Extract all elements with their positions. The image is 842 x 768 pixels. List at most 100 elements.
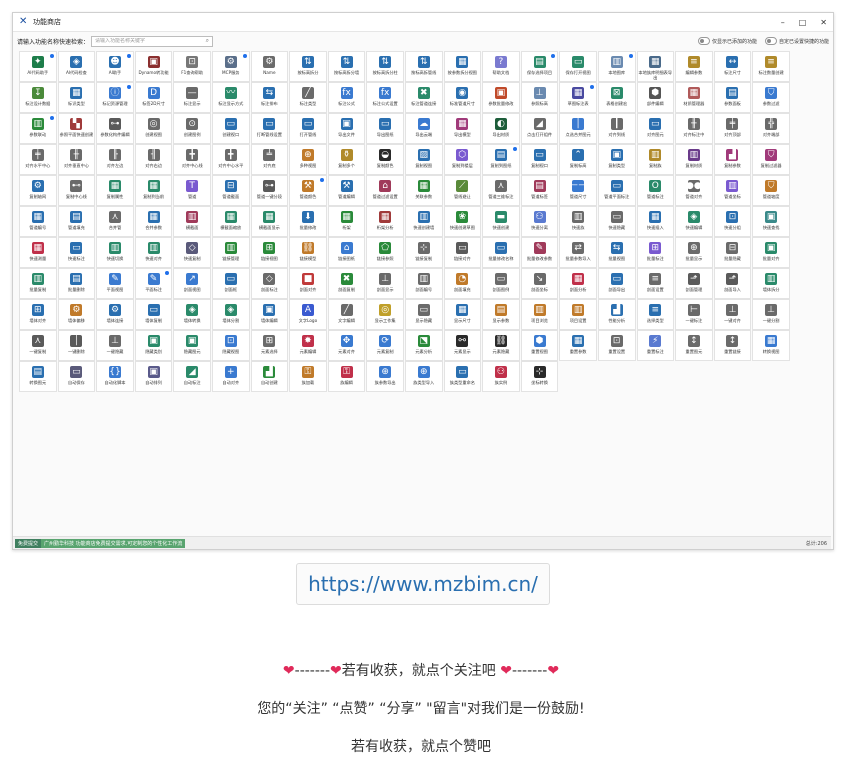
- feature-tile[interactable]: ◔ 剖面填充: [443, 268, 482, 299]
- feature-tile[interactable]: ⇅ 按标高拆分墙: [327, 51, 366, 82]
- feature-tile[interactable]: ▦ 快速测量: [19, 237, 57, 268]
- feature-tile[interactable]: ▣ 隐藏图元: [173, 330, 211, 361]
- feature-tile[interactable]: ⬡ 复制到楼层: [443, 144, 482, 175]
- feature-tile[interactable]: ⊹ 坐标转换: [520, 361, 559, 392]
- feature-tile[interactable]: ▭ 打断管线设置: [250, 113, 289, 144]
- feature-tile[interactable]: T 管道: [173, 175, 211, 206]
- feature-tile[interactable]: O 管道标注: [636, 175, 675, 206]
- feature-tile[interactable]: ⇅ 按标高拆管线: [404, 51, 443, 82]
- feature-tile[interactable]: ▦ 标识类型: [57, 82, 96, 113]
- feature-tile[interactable]: ⇅ 按标高拆分: [289, 51, 327, 82]
- feature-tile[interactable]: ╪ 对齐水平中心: [19, 144, 57, 175]
- feature-tile[interactable]: ≡ 编辑参数: [675, 51, 713, 82]
- feature-tile[interactable]: ⌂ 管道过滤设置: [366, 175, 404, 206]
- feature-tile[interactable]: ⬇ 批量修改: [289, 206, 327, 237]
- feature-tile[interactable]: ⊕ 族类型导入: [404, 361, 443, 392]
- feature-tile[interactable]: ▭ 打开管线: [289, 113, 327, 144]
- feature-tile[interactable]: ▣ 墙体编辑: [250, 299, 289, 330]
- feature-tile[interactable]: ▣ 批量对齐: [752, 237, 790, 268]
- feature-tile[interactable]: ┃ 对齐到线: [597, 113, 636, 144]
- feature-tile[interactable]: ≡ 选择类型: [636, 299, 675, 330]
- feature-tile[interactable]: ▣ 复制类型: [597, 144, 636, 175]
- feature-tile[interactable]: ✎ 平面标注: [134, 268, 173, 299]
- feature-tile[interactable]: ⚿ 族加载: [289, 361, 327, 392]
- feature-tile[interactable]: ⛓ 链接模型: [289, 237, 327, 268]
- feature-tile[interactable]: ●● 管道对齐: [675, 175, 713, 206]
- feature-tile[interactable]: ⊥ 一键对齐: [713, 299, 752, 330]
- feature-tile[interactable]: ⟋ 管线避让: [443, 175, 482, 206]
- feature-tile[interactable]: ⊞ 链接视图: [250, 237, 289, 268]
- feature-tile[interactable]: ╫ 对齐标注中: [675, 113, 713, 144]
- feature-tile[interactable]: ⊞ 批量标注: [636, 237, 675, 268]
- feature-tile[interactable]: ⛉ 复制过滤器: [752, 144, 790, 175]
- feature-tile[interactable]: ◢ 自动标注: [173, 361, 211, 392]
- feature-tile[interactable]: ⚱ 复制多个: [327, 144, 366, 175]
- feature-tile[interactable]: ✸ 元素编辑: [289, 330, 327, 361]
- feature-tile[interactable]: ▥ 横截面: [173, 206, 211, 237]
- feature-tile[interactable]: ↕ 重置链接: [713, 330, 752, 361]
- feature-tile[interactable]: ◢ 点击打开组件: [520, 113, 559, 144]
- feature-tile[interactable]: ▣ 参数批量修改: [482, 82, 520, 113]
- feature-tile[interactable]: ╧ 对齐底: [250, 144, 289, 175]
- feature-tile[interactable]: ▦ 桁架: [327, 206, 366, 237]
- feature-tile[interactable]: ⛉ 参数过滤: [752, 82, 790, 113]
- feature-tile[interactable]: ⚡ 重置标注: [636, 330, 675, 361]
- feature-tile[interactable]: ▭ 显示隐藏: [404, 299, 443, 330]
- feature-tile[interactable]: ▥ 快速切换: [96, 237, 134, 268]
- toggle-added-only[interactable]: 仅显示已添加的功能: [697, 37, 757, 45]
- feature-tile[interactable]: ▭ 链接对齐: [443, 237, 482, 268]
- toggle-switch-added[interactable]: [697, 37, 710, 45]
- feature-tile[interactable]: ▭ 自动保存: [57, 361, 96, 392]
- feature-tile[interactable]: ▦ 按参数拆分视图: [443, 51, 482, 82]
- feature-tile[interactable]: ✖ 剖面复制: [327, 268, 366, 299]
- website-url[interactable]: https://www.mzbim.cn/: [296, 563, 550, 605]
- feature-tile[interactable]: ⊶ 参数化构件编辑: [96, 113, 134, 144]
- feature-tile[interactable]: — 标注显示: [173, 82, 211, 113]
- feature-tile[interactable]: ▣ 导出文件: [327, 113, 366, 144]
- feature-tile[interactable]: ▤ 显示参数: [482, 299, 520, 330]
- feature-tile[interactable]: ▭ 对齐图元: [636, 113, 675, 144]
- feature-tile[interactable]: ▟ 自动创建: [250, 361, 289, 392]
- feature-tile[interactable]: ▥ 剖面编号: [404, 268, 443, 299]
- feature-tile[interactable]: 〰标注显示方式: [211, 82, 250, 113]
- feature-tile[interactable]: ⚯ 元素显示: [443, 330, 482, 361]
- feature-tile[interactable]: ╪ 对齐顶部: [713, 113, 752, 144]
- search-icon[interactable]: ⌕: [206, 37, 209, 45]
- feature-tile[interactable]: ⊡ 快速分组: [713, 206, 752, 237]
- feature-tile[interactable]: ◈ 墙体转换: [173, 299, 211, 330]
- feature-tile[interactable]: ◈ AI代码检查: [57, 51, 96, 82]
- feature-tile[interactable]: ◎ 创建视图: [134, 113, 173, 144]
- feature-tile[interactable]: ⬢ 部件编辑: [636, 82, 675, 113]
- feature-tile[interactable]: ╱ 标注类型: [289, 82, 327, 113]
- feature-tile[interactable]: ⋏ 一键复制: [19, 330, 57, 361]
- feature-tile[interactable]: ▥ 项目浏览: [520, 299, 559, 330]
- feature-tile[interactable]: ▥ 管道坐标: [713, 175, 752, 206]
- feature-tile[interactable]: ◇ 快速复制: [173, 237, 211, 268]
- feature-tile[interactable]: ▦ 管道编号: [19, 206, 57, 237]
- feature-tile[interactable]: ▭ 快速标注: [57, 237, 96, 268]
- feature-tile[interactable]: ▤ 保存选择项目: [520, 51, 559, 82]
- feature-tile[interactable]: ⊡ 隐藏视图: [211, 330, 250, 361]
- feature-tile[interactable]: ╢ 对齐右边: [134, 144, 173, 175]
- feature-tile[interactable]: ╱ 文字编辑: [327, 299, 366, 330]
- feature-tile[interactable]: ⊟ 管道截面: [211, 175, 250, 206]
- feature-tile[interactable]: ▥ 墙体拆分: [752, 268, 790, 299]
- feature-tile[interactable]: ⊶ 管道一键分段: [250, 175, 289, 206]
- feature-tile[interactable]: {} 自动化脚本: [96, 361, 134, 392]
- feature-tile[interactable]: ▦ 横截面显示: [250, 206, 289, 237]
- feature-tile[interactable]: ✖ 标注管道连接: [404, 82, 443, 113]
- feature-tile[interactable]: ⊹ 链接复制: [404, 237, 443, 268]
- feature-tile[interactable]: ▦ 桁架分析: [366, 206, 404, 237]
- feature-tile[interactable]: ⊥ 一键隐藏: [96, 330, 134, 361]
- feature-tile[interactable]: ⋏ 管道三维标注: [482, 175, 520, 206]
- feature-tile[interactable]: ╟ 对齐左边: [96, 144, 134, 175]
- feature-tile[interactable]: ⇅ 按标高拆分柱: [366, 51, 404, 82]
- feature-tile[interactable]: ◇ 剖面标注: [250, 268, 289, 299]
- feature-tile[interactable]: ◒ 复制颜色: [366, 144, 404, 175]
- feature-tile[interactable]: ✎ 批量修改参数: [520, 237, 559, 268]
- feature-tile[interactable]: ▣ 隐藏类别: [134, 330, 173, 361]
- feature-tile[interactable]: ❀ 快速创建草图: [443, 206, 482, 237]
- feature-tile[interactable]: ▭ 管道平面标注: [597, 175, 636, 206]
- feature-tile[interactable]: ≡ 剖面设置: [636, 268, 675, 299]
- search-input[interactable]: [95, 38, 196, 44]
